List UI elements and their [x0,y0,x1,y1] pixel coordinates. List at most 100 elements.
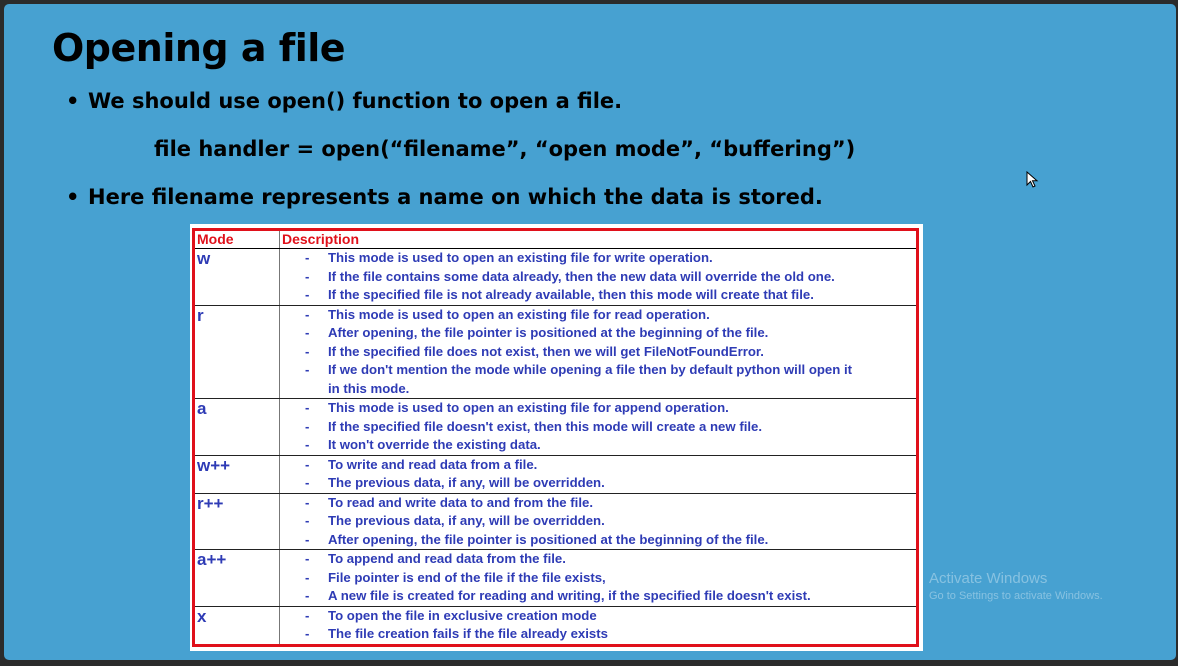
list-item-text: To read and write data to and from the f… [328,494,593,510]
bullet-text: We should use open() function to open a … [88,89,623,113]
mode-cell: r [193,305,280,399]
watermark-subtitle: Go to Settings to activate Windows. [929,590,1103,602]
dash-bullet-icon: - [305,607,310,623]
list-item: - This mode is used to open an existing f… [280,399,916,418]
list-item-text: To open the file in exclusive creation m… [328,607,597,623]
dash-bullet-icon: - [305,418,310,434]
dash-bullet-icon: - [305,551,310,566]
table-row: w - This mode is used to open an existing… [193,248,918,306]
dash-bullet-icon: - [305,287,310,302]
list-item: - The previous data, if any, will be over… [280,512,916,531]
list-item-text: After opening, the file pointer is posit… [328,531,769,547]
dash-bullet-icon: - [305,626,310,641]
mode-cell: r++ [193,493,280,550]
list-item: - This mode is used to open an existing f… [280,306,916,325]
description-list: - This mode is used to open an existing f… [280,249,916,305]
list-item: - If we don't mention the mode while open… [280,361,916,380]
bullet-open-function: • We should use open() function to open a… [66,89,622,113]
description-list: - To append and read data from the file. … [280,550,916,606]
description-cell: - This mode is used to open an existing f… [279,305,918,399]
dash-bullet-icon: - [305,513,310,528]
list-item: - A new file is created for reading and w… [280,587,916,606]
description-cell: - To open the file in exclusive creation … [280,606,918,645]
list-item: - To read and write data to and from the … [280,494,916,513]
description-cell: - To write and read data from a file. - Th… [279,455,918,494]
list-item-text: To write and read data from a file. [328,456,538,472]
dash-bullet-icon: - [305,362,310,377]
list-item: - File pointer is end of the file if the … [280,569,916,588]
mode-cell: a++ [193,549,280,607]
dash-bullet-icon: - [305,268,310,284]
dash-bullet-icon: - [305,569,310,585]
list-item-text: The previous data, if any, will be overr… [328,513,605,528]
description-list: - To read and write data to and from the … [280,494,916,550]
watermark-title: Activate Windows [929,570,1048,587]
list-item-text: This mode is used to open an existing fi… [328,306,710,322]
bullet-dot-icon: • [66,89,80,113]
mode-cell: a [193,398,280,456]
slide-title: Opening a file [52,26,346,70]
table-row: r - This mode is used to open an existing… [193,305,918,399]
table-row: x - To open the file in exclusive creatio… [193,606,918,645]
description-cell: - This mode is used to open an existing f… [279,398,918,456]
list-item: - To write and read data from a file. [280,456,916,475]
list-item: - If the specified file is not already av… [280,286,916,305]
dash-bullet-icon: - [305,475,310,490]
list-item: - If the specified file does not exist, t… [280,343,916,362]
dash-bullet-icon: - [305,456,310,472]
bullet-text: Here filename represents a name on which… [88,185,823,209]
description-cell: - This mode is used to open an existing f… [279,248,918,306]
dash-bullet-icon: - [305,250,310,265]
list-item-text: File pointer is end of the file if the f… [328,569,606,585]
list-item-text: If the specified file doesn't exist, the… [328,418,763,434]
list-item: - After opening, the file pointer is posi… [280,324,916,343]
description-cell: - To read and write data to and from the … [279,493,918,550]
table-row: a - This mode is used to open an existing… [193,398,918,456]
list-item-text: To append and read data from the file. [328,551,566,566]
dash-bullet-icon: - [305,531,310,547]
dash-bullet-icon: - [305,306,310,322]
dash-bullet-icon: - [305,325,310,340]
description-list: - To open the file in exclusive creation … [280,607,916,644]
mode-cell: w++ [193,455,280,494]
list-item: - If the file contains some data already,… [280,268,916,287]
list-item-text: If the specified file does not exist, th… [328,343,764,359]
dash-bullet-icon: - [305,400,310,415]
header-mode: Mode [193,229,280,249]
list-item-text: If the file contains some data already, … [328,268,835,284]
dash-bullet-icon: - [305,588,310,603]
list-item: - It won't override the existing data. [280,436,916,455]
list-item-text: This mode is used to open an existing fi… [328,400,729,415]
list-item-text: The previous data, if any, will be overr… [328,475,605,490]
description-list: - This mode is used to open an existing f… [280,306,916,399]
dash-bullet-icon: - [305,437,310,452]
description-list: - To write and read data from a file. - Th… [280,456,916,493]
table-row: w++ - To write and read data from a file.… [193,455,918,494]
mode-cell: w [193,248,280,306]
list-item: - To append and read data from the file. [280,550,916,569]
list-item-text: If we don't mention the mode while openi… [328,362,853,377]
description-cell: - To append and read data from the file. … [279,549,918,607]
list-item: - The file creation fails if the file alr… [280,625,916,644]
table-row: a++ - To append and read data from the fi… [193,549,918,607]
code-line: file handler = open(“filename”, “open mo… [154,137,856,161]
mouse-pointer-icon [1026,171,1039,188]
list-item-text: The file creation fails if the file alre… [328,626,608,641]
list-item-text: in this mode. [328,380,410,396]
list-item-text: If the specified file is not already ava… [328,287,814,302]
list-item: - After opening, the file pointer is posi… [280,531,916,550]
activate-windows-watermark: Activate Windows Go to Settings to activ… [929,570,1103,602]
bullet-dot-icon: • [66,185,80,209]
dash-bullet-icon: - [305,494,310,510]
modes-table: Mode Description w - This mode is used to… [192,228,919,647]
list-item-text: It won't override the existing data. [328,437,541,452]
bullet-filename: • Here filename represents a name on whic… [66,185,823,209]
slide: Opening a file • We should use open() fun… [4,4,1176,660]
list-item-text: This mode is used to open an existing fi… [328,250,713,265]
header-description: Description [279,229,918,249]
list-item: - If the specified file doesn't exist, th… [280,418,916,437]
mode-cell: x [193,606,280,645]
list-item: - To open the file in exclusive creation … [280,607,916,626]
description-list: - This mode is used to open an existing f… [280,399,916,455]
list-item-text: A new file is created for reading and wr… [328,588,811,603]
